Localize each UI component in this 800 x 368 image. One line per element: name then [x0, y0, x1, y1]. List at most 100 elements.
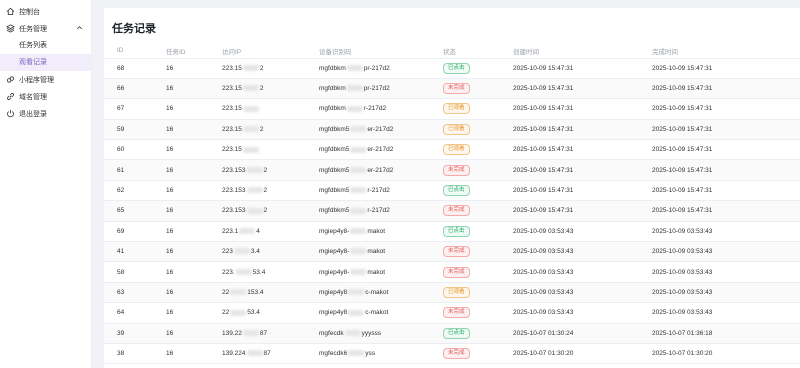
cell-created: 2025-10-09 03:53:43 — [500, 221, 639, 243]
cell-device-id: mgfdbkm5 er-217d2 — [306, 159, 430, 181]
cell-id: 41 — [104, 241, 153, 263]
device-visible-start: mgfdbkm5 — [319, 187, 350, 195]
cell-completed: 2025-10-09 03:53:43 — [639, 282, 800, 304]
cell-task-id: 16 — [153, 221, 209, 243]
cell-device-id: mgfecdk yyysss — [306, 323, 430, 344]
cell-id: 69 — [104, 221, 153, 243]
device-visible-end: yyysss — [361, 329, 382, 337]
device-visible-end: c-makot — [365, 309, 389, 317]
column-header-device: 设备识别码 — [306, 44, 430, 59]
redacted-mask — [242, 330, 259, 337]
sidebar-item-label: 小程序管理 — [19, 76, 54, 84]
cell-status: 已观看 — [430, 139, 500, 161]
redacted-mask — [233, 248, 250, 255]
redacted-mask — [230, 309, 247, 316]
cell-created: 2025-10-09 15:47:31 — [500, 180, 639, 202]
cell-completed: 2025-10-09 15:47:31 — [639, 58, 800, 79]
status-badge: 已观看 — [443, 123, 470, 135]
table-row: 61 16 223.153 2 mgfdbkm5 er-217d2 未完成 2025-10-0… — [104, 159, 800, 181]
device-visible-end: r-217d2 — [367, 207, 390, 215]
redacted-mask — [242, 146, 259, 153]
status-badge: 已点击 — [443, 225, 470, 237]
column-header-created: 创建时间 — [500, 44, 639, 59]
cell-status: 未完成 — [430, 159, 500, 181]
redacted-mask — [242, 126, 259, 133]
status-badge: 已观看 — [443, 144, 470, 156]
cell-id: 65 — [104, 200, 153, 222]
cell-status: 已点击 — [430, 180, 500, 202]
column-header-id: ID — [104, 44, 153, 59]
cell-completed: 2025-10-09 15:47:31 — [639, 78, 800, 100]
redacted-mask — [246, 350, 263, 357]
device-visible-end: c-makot — [365, 288, 389, 296]
device-visible-start: mgfdbkm — [319, 105, 346, 113]
sidebar-item-task-management[interactable]: 任务管理 — [0, 20, 91, 37]
device-visible-end: r-217d2 — [363, 105, 387, 113]
status-badge: 未完成 — [443, 307, 470, 319]
cell-device-id: mgfdbkm r-217d2 — [306, 98, 430, 120]
table-row: 69 16 223.1 4 mgiep4y8- makot 已点击 2025-10-09 03… — [104, 221, 800, 243]
main-content: 任务记录 ID 任务ID 访问IP 设备识别码 状态 创建时间 完成时间 68 1… — [104, 8, 800, 368]
ip-visible-start: 139.224 — [222, 350, 246, 358]
cell-id: 59 — [104, 119, 153, 141]
ip-visible-start: 22 — [222, 309, 230, 317]
table-row: 62 16 223.153 2 mgfdbkm5 r-217d2 已点击 2025-10-09… — [104, 180, 800, 202]
cell-ip: 223.153 2 — [209, 200, 306, 222]
cell-completed: 2025-10-09 15:47:31 — [639, 159, 800, 181]
redacted-mask — [230, 289, 247, 296]
column-header-ip: 访问IP — [209, 44, 306, 59]
table-row: 60 16 223.15 mgfdbkm5 er-217d2 已观看 2025-10-09 … — [104, 139, 800, 161]
home-icon — [6, 7, 15, 16]
sidebar-item-logout[interactable]: 退出登录 — [0, 105, 91, 122]
cell-task-id: 16 — [153, 78, 209, 100]
redacted-mask — [350, 248, 367, 255]
cell-ip: 223.1 4 — [209, 221, 306, 243]
redacted-mask — [350, 228, 367, 235]
table-row: 64 16 22 53.4 mgiep4y8 c-makot 未完成 2025-10-09 0… — [104, 302, 800, 324]
cell-created: 2025-10-09 15:47:31 — [500, 159, 639, 181]
redacted-mask — [350, 268, 367, 275]
cell-id: 61 — [104, 159, 153, 181]
redacted-mask — [350, 146, 367, 153]
cell-task-id: 16 — [153, 139, 209, 161]
cell-id: 68 — [104, 58, 153, 79]
redacted-mask — [246, 207, 263, 214]
status-badge: 未完成 — [443, 266, 470, 278]
records-table: ID 任务ID 访问IP 设备识别码 状态 创建时间 完成时间 68 16 223.… — [104, 44, 800, 365]
cell-id: 38 — [104, 343, 153, 365]
table-row: 39 16 139.22 87 mgfecdk yyysss 已点击 2025-10-07 0… — [104, 323, 800, 344]
cell-created: 2025-10-09 15:47:31 — [500, 98, 639, 120]
cell-device-id: mgfdbkm5 er-217d2 — [306, 139, 430, 161]
status-badge: 已观看 — [443, 286, 470, 298]
status-badge: 未完成 — [443, 246, 470, 258]
ip-visible-end: 3.4 — [250, 248, 260, 256]
column-header-completed: 完成时间 — [639, 44, 800, 59]
sidebar-item-task-list[interactable]: 任务列表 — [0, 37, 91, 54]
cell-id: 39 — [104, 323, 153, 344]
table-row: 65 16 223.153 2 mgfdbkm5 r-217d2 未完成 2025-10-09… — [104, 200, 800, 222]
cell-device-id: mgiep4y8 c-makot — [306, 282, 430, 304]
cell-id: 60 — [104, 139, 153, 161]
redacted-mask — [350, 126, 367, 133]
device-visible-start: mgfdbkm5 — [319, 166, 350, 174]
cell-task-id: 16 — [153, 302, 209, 324]
cell-task-id: 16 — [153, 119, 209, 141]
cell-ip: 223. 53.4 — [209, 261, 306, 283]
device-visible-end: makot — [367, 268, 386, 276]
cell-ip: 22 153.4 — [209, 282, 306, 304]
cell-status: 未完成 — [430, 343, 500, 365]
cell-status: 未完成 — [430, 261, 500, 283]
cell-created: 2025-10-09 03:53:43 — [500, 261, 639, 283]
cell-device-id: mgfecdk6 yss — [306, 343, 430, 365]
cell-ip: 223.15 2 — [209, 119, 306, 141]
sidebar-item-label: 退出登录 — [19, 110, 47, 118]
sidebar-item-dashboard[interactable]: 控制台 — [0, 3, 91, 20]
device-visible-start: mgfecdk6 — [319, 350, 348, 358]
redacted-mask — [242, 105, 259, 112]
sidebar-item-miniprogram-management[interactable]: 小程序管理 — [0, 71, 91, 88]
cell-status: 未完成 — [430, 200, 500, 222]
cell-completed: 2025-10-09 03:53:43 — [639, 221, 800, 243]
sidebar-item-domain-management[interactable]: 域名管理 — [0, 88, 91, 105]
sidebar-item-view-records[interactable]: 观看记录 — [0, 54, 91, 71]
cell-status: 未完成 — [430, 241, 500, 263]
